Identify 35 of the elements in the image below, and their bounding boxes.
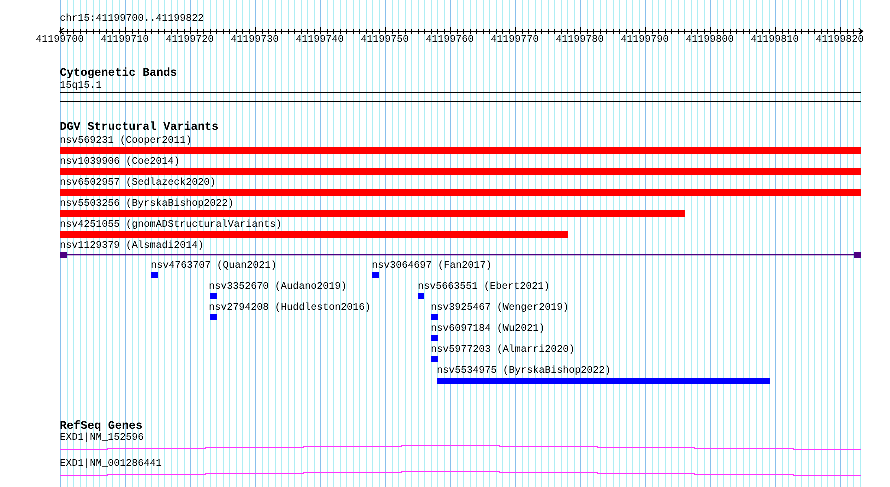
feature-label: nsv3064697 (Fan2017) [372,261,492,272]
tick-label: 41199800 [686,35,734,46]
tick-label: 41199700 [36,35,84,46]
feature-label: nsv1039906 (Coe2014) [60,157,180,168]
tick-label: 41199770 [491,35,539,46]
tick-label: 41199820 [816,35,864,46]
feature-label: nsv5534975 (ByrskaBishop2022) [437,366,612,377]
track-title: DGV Structural Variants [60,122,219,133]
track-title: Cytogenetic Bands [60,68,178,79]
feature-label: nsv569231 (Cooper2011) [60,136,192,147]
feature-label: nsv6502957 (Sedlazeck2020) [60,178,216,189]
gene-label: EXD1|NM_152596 [60,433,144,444]
tick-label: 41199810 [751,35,799,46]
feature-label: nsv6097184 (Wu2021) [431,324,546,335]
feature-label: nsv5663551 (Ebert2021) [418,282,550,293]
gene-label: EXD1|NM_001286441 [60,459,162,470]
tick-label: 41199720 [166,35,214,46]
feature-label: nsv5503256 (ByrskaBishop2022) [60,199,234,210]
feature-label: nsv5977203 (Almarri2020) [431,345,576,356]
tick-label: 41199710 [101,35,149,46]
feature-label: nsv3352670 (Audano2019) [209,282,348,293]
tick-label: 41199760 [426,35,474,46]
track-title: RefSeq Genes [60,421,143,432]
feature-label: nsv4251055 (gnomADStructuralVariants) [60,220,282,231]
feature-label: nsv3925467 (Wenger2019) [431,303,570,314]
location-label: chr15:41199700..41199822 [60,14,204,25]
band-label: 15q15.1 [60,81,102,92]
feature-label: nsv1129379 (Alsmadi2014) [60,241,204,252]
tick-label: 41199780 [556,35,604,46]
tick-label: 41199730 [231,35,279,46]
tick-label: 41199790 [621,35,669,46]
tick-label: 41199750 [361,35,409,46]
tick-label: 41199740 [296,35,344,46]
feature-label: nsv2794208 (Huddleston2016) [209,303,372,314]
feature-label: nsv4763707 (Quan2021) [151,261,278,272]
